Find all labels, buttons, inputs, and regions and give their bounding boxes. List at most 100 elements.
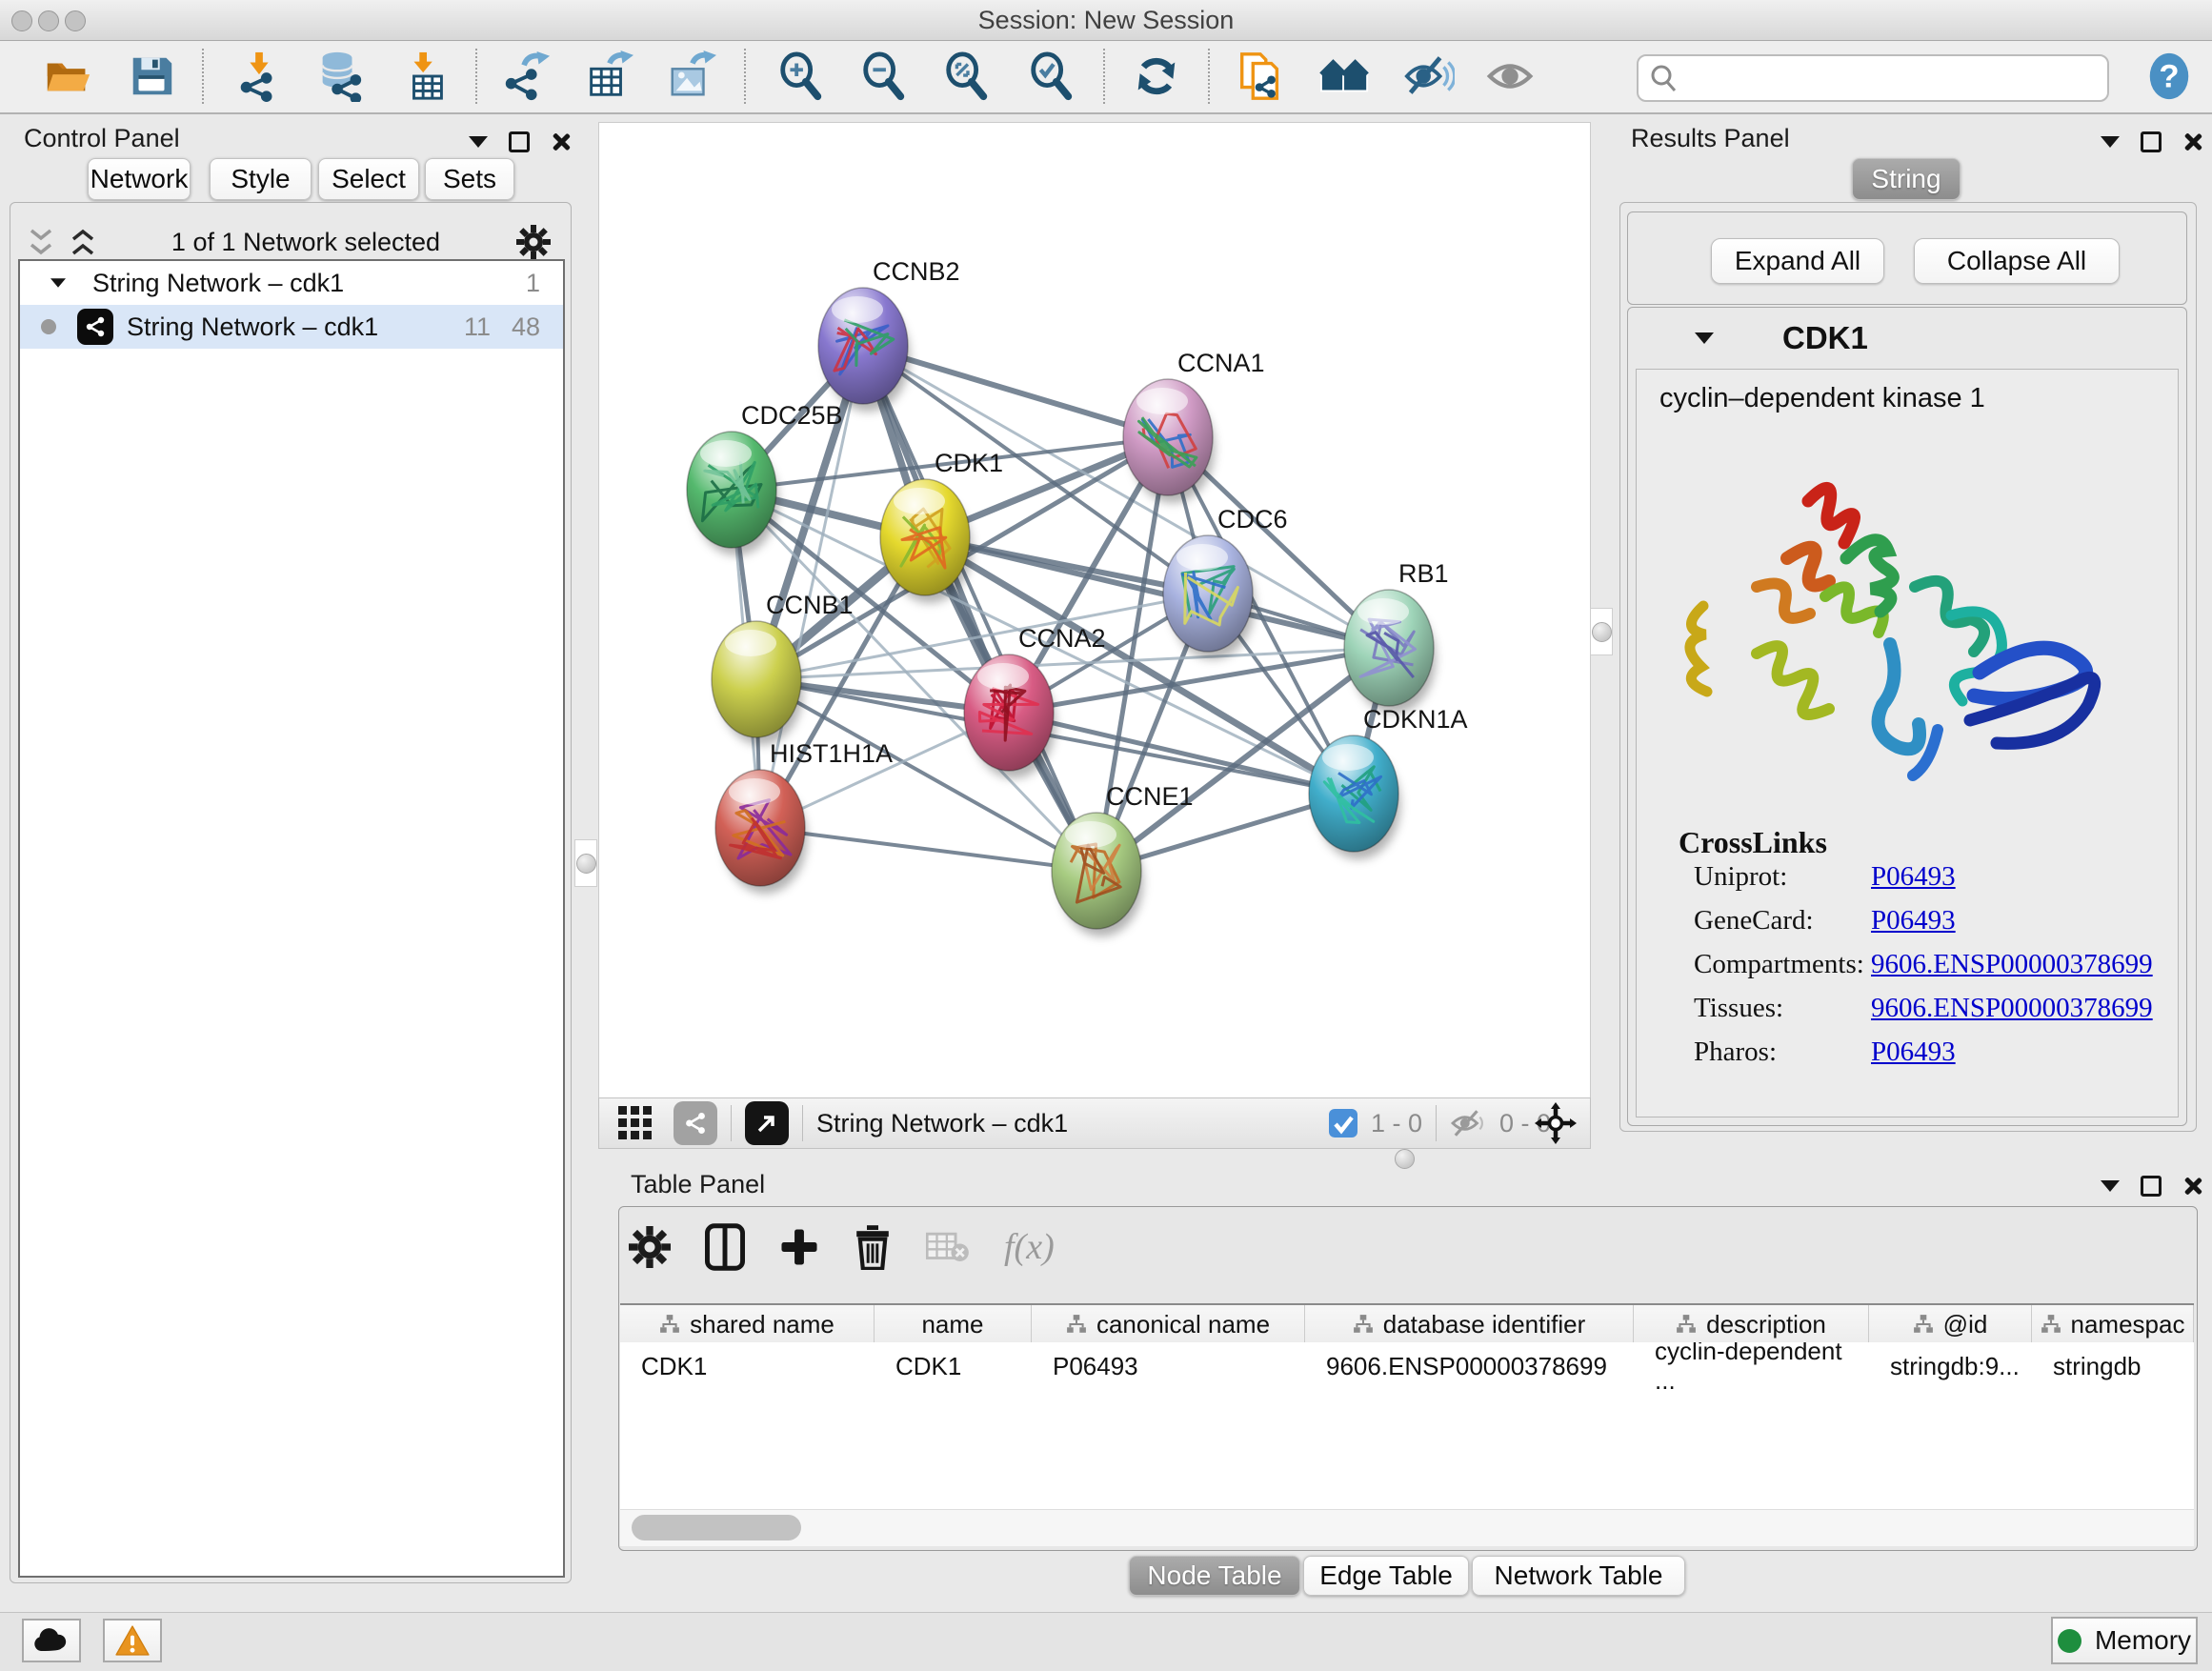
column-header[interactable]: namespac [2032, 1305, 2194, 1343]
network-node-CDKN1A[interactable] [1309, 735, 1400, 859]
node-label-HIST1H1A: HIST1H1A [770, 739, 893, 768]
search-input[interactable] [1690, 63, 2100, 94]
gene-section-header[interactable]: CDK1 [1628, 308, 2186, 369]
tab-edge-table[interactable]: Edge Table [1303, 1556, 1469, 1596]
float-panel-icon[interactable] [2141, 131, 2162, 152]
table-cell[interactable]: P06493 [1032, 1342, 1305, 1390]
float-panel-icon[interactable] [509, 131, 530, 152]
table-cell[interactable]: CDK1 [875, 1342, 1032, 1390]
crosslink-link[interactable]: 9606.ENSP00000378699 [1871, 993, 2153, 1024]
network-tree-item[interactable]: String Network – cdk1 11 48 [20, 305, 563, 349]
table-cell[interactable]: stringdb:9... [1869, 1342, 2032, 1390]
export-network-button[interactable] [498, 49, 553, 104]
network-node-CCNE1[interactable] [1052, 813, 1143, 936]
expand-all-button[interactable]: Expand All [1711, 238, 1884, 284]
table-cell[interactable]: cyclin-dependent ... [1634, 1342, 1869, 1390]
tab-node-table[interactable]: Node Table [1129, 1556, 1300, 1596]
network-node-CCNB1[interactable] [712, 621, 803, 745]
table-row[interactable]: CDK1CDK1P064939606.ENSP00000378699cyclin… [620, 1342, 2194, 1390]
collapse-all-button[interactable]: Collapse All [1914, 238, 2120, 284]
network-edge[interactable] [760, 828, 1096, 871]
collapse-panel-icon[interactable] [2101, 136, 2120, 148]
tab-network[interactable]: Network [88, 158, 191, 200]
network-edge[interactable] [863, 346, 1096, 871]
close-panel-icon[interactable] [2182, 1176, 2203, 1197]
close-panel-icon[interactable] [551, 131, 572, 152]
right-splitter-handle[interactable] [1590, 608, 1613, 655]
tab-string-results[interactable]: String [1852, 158, 1961, 200]
network-node-CCNA2[interactable] [964, 654, 1056, 778]
network-edge[interactable] [925, 537, 1389, 648]
zoom-selected-button[interactable] [1024, 49, 1079, 104]
collapse-panel-icon[interactable] [2101, 1180, 2120, 1192]
zoom-in-button[interactable] [774, 49, 829, 104]
open-in-browser-icon[interactable] [745, 1101, 789, 1145]
horizontal-splitter-handle[interactable] [1374, 1149, 1435, 1168]
hidden-eye-icon[interactable] [1450, 1107, 1488, 1139]
float-panel-icon[interactable] [2141, 1176, 2162, 1197]
network-canvas[interactable]: CCNB2CCNA1CDC25BCDK1CDC6RB1CCNB1CCNA2CDK… [598, 122, 1591, 1099]
network-node-CDC6[interactable] [1163, 535, 1255, 659]
section-expander-icon[interactable] [1695, 332, 1714, 344]
crosslink-link[interactable]: P06493 [1871, 1037, 1956, 1068]
network-node-CDC25B[interactable] [687, 432, 778, 555]
birds-eye-grid-icon[interactable] [616, 1104, 654, 1142]
network-node-CCNB2[interactable] [818, 288, 910, 412]
show-columns-icon[interactable] [705, 1223, 745, 1271]
delete-column-icon[interactable] [854, 1224, 892, 1270]
column-header[interactable]: database identifier [1305, 1305, 1634, 1343]
column-header[interactable]: shared name [620, 1305, 875, 1343]
refresh-button[interactable] [1129, 49, 1184, 104]
column-header[interactable]: canonical name [1032, 1305, 1305, 1343]
memory-button[interactable]: Memory [2051, 1617, 2198, 1664]
add-column-icon[interactable] [779, 1227, 819, 1267]
tab-style[interactable]: Style [210, 158, 312, 200]
column-header[interactable]: @id [1869, 1305, 2032, 1343]
crosslink-link[interactable]: P06493 [1871, 905, 1956, 936]
tab-network-table[interactable]: Network Table [1472, 1556, 1685, 1596]
left-splitter-handle[interactable] [574, 839, 597, 887]
export-table-button[interactable] [580, 49, 635, 104]
table-cell[interactable]: stringdb [2032, 1342, 2194, 1390]
import-table-file-button[interactable] [399, 49, 454, 104]
cloud-status-button[interactable] [22, 1619, 81, 1662]
string-view-icon[interactable] [674, 1101, 717, 1145]
network-node-HIST1H1A[interactable] [715, 770, 807, 894]
import-network-database-button[interactable] [312, 49, 367, 104]
hide-selection-button[interactable] [1401, 49, 1457, 104]
table-cell[interactable]: CDK1 [620, 1342, 875, 1390]
network-tree-root[interactable]: String Network – cdk1 1 [20, 261, 563, 305]
collapse-all-networks-icon[interactable] [29, 229, 53, 255]
network-node-CCNA1[interactable] [1123, 379, 1215, 503]
close-panel-icon[interactable] [2182, 131, 2203, 152]
crosslink-link[interactable]: P06493 [1871, 861, 1956, 893]
warning-status-button[interactable] [103, 1619, 162, 1662]
pan-crosshair-icon[interactable] [1535, 1102, 1577, 1144]
save-session-button[interactable] [124, 49, 179, 104]
network-node-CDK1[interactable] [880, 479, 972, 603]
zoom-fit-button[interactable] [939, 49, 995, 104]
scrollbar-thumb[interactable] [632, 1515, 801, 1540]
network-options-gear-icon[interactable] [516, 225, 551, 259]
table-cell[interactable]: 9606.ENSP00000378699 [1305, 1342, 1634, 1390]
open-session-button[interactable] [40, 49, 95, 104]
help-button[interactable]: ? [2142, 49, 2197, 104]
first-neighbors-button[interactable] [1317, 49, 1373, 104]
column-header[interactable]: description [1634, 1305, 1869, 1343]
crosslink-link[interactable]: 9606.ENSP00000378699 [1871, 949, 2153, 980]
export-image-button[interactable] [663, 49, 718, 104]
column-header[interactable]: name [875, 1305, 1032, 1343]
tree-expander-icon[interactable] [50, 278, 66, 288]
network-node-RB1[interactable] [1344, 590, 1436, 714]
selected-checkbox-icon[interactable] [1327, 1107, 1359, 1139]
expand-all-networks-icon[interactable] [70, 229, 95, 255]
import-network-file-button[interactable] [231, 49, 287, 104]
show-all-button[interactable] [1484, 49, 1539, 104]
zoom-out-button[interactable] [856, 49, 912, 104]
collapse-panel-icon[interactable] [469, 136, 488, 148]
tab-sets[interactable]: Sets [425, 158, 514, 200]
table-hscrollbar[interactable] [620, 1509, 2194, 1546]
tab-select[interactable]: Select [318, 158, 419, 200]
clone-network-button[interactable] [1233, 49, 1288, 104]
table-options-gear-icon[interactable] [629, 1226, 671, 1268]
